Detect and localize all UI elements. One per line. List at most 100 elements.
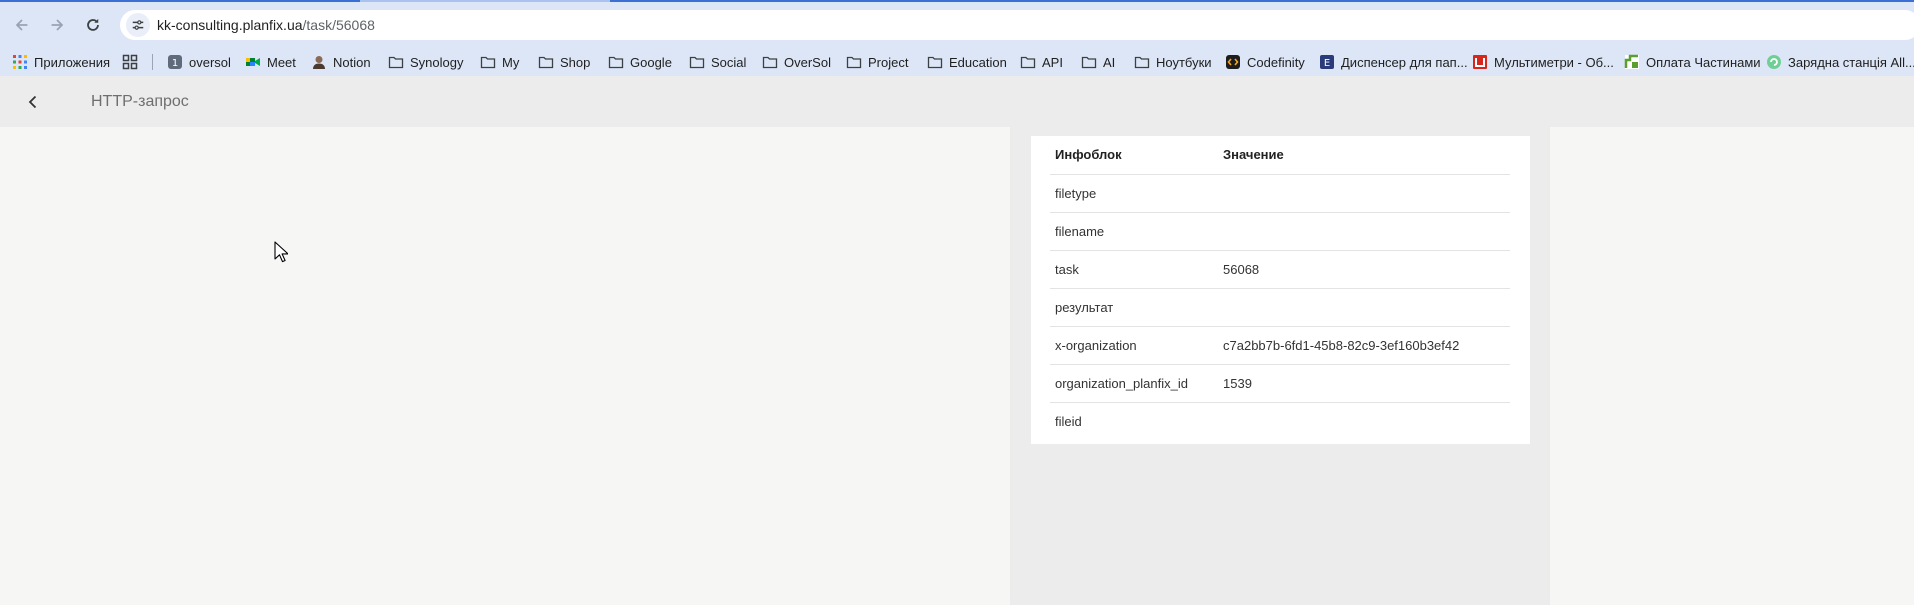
bookmark-label: Google <box>630 54 672 70</box>
row-key: filename <box>1050 212 1218 251</box>
mouse-cursor-icon <box>274 241 288 263</box>
chevron-left-icon <box>28 95 37 109</box>
notion-avatar-icon <box>311 54 327 70</box>
folder-icon <box>388 54 404 70</box>
bookmark-multimeter[interactable]: Мультиметри - Об... <box>1472 52 1614 72</box>
table-row: filetype <box>1050 174 1510 213</box>
row-key: x-organization <box>1050 326 1218 365</box>
charging-station-favicon-icon <box>1766 54 1782 70</box>
bookmark-folder-shop[interactable]: Shop <box>538 52 590 72</box>
column-header-value: Значение <box>1218 136 1510 175</box>
folder-icon <box>762 54 778 70</box>
svg-text:E: E <box>1324 58 1330 69</box>
bookmark-folder-education[interactable]: Education <box>927 52 1007 72</box>
row-value <box>1218 174 1510 213</box>
bookmark-label: API <box>1042 54 1063 70</box>
row-value <box>1218 402 1510 440</box>
site-info-button[interactable] <box>126 13 150 37</box>
folder-icon <box>1081 54 1097 70</box>
row-key: filetype <box>1050 174 1218 213</box>
bookmark-folder-my[interactable]: My <box>480 52 519 72</box>
bookmark-folder-oversol[interactable]: OverSol <box>762 52 831 72</box>
bookmark-label: OverSol <box>784 54 831 70</box>
bookmark-folder-synology[interactable]: Synology <box>388 52 463 72</box>
bookmark-label: My <box>502 54 520 70</box>
bookmark-folder-social[interactable]: Social <box>689 52 746 72</box>
table-row: результат <box>1050 288 1510 327</box>
bookmark-label: Notion <box>333 54 371 70</box>
address-bar[interactable]: kk-consulting.planfix.ua/task/56068 <box>120 10 1914 40</box>
folder-icon <box>1134 54 1150 70</box>
browser-reload-button[interactable] <box>79 11 107 39</box>
folder-icon <box>846 54 862 70</box>
bookmark-codefinity[interactable]: Codefinity <box>1225 52 1305 72</box>
folder-icon <box>927 54 943 70</box>
back-button[interactable] <box>20 89 46 115</box>
table-row: task 56068 <box>1050 250 1510 289</box>
bookmark-folder-project[interactable]: Project <box>846 52 908 72</box>
bookmark-folder-api[interactable]: API <box>1020 52 1063 72</box>
bookmark-dispenser[interactable]: E Диспенсер для пап... <box>1319 52 1468 72</box>
bookmark-folder-notebooks[interactable]: Ноутбуки <box>1134 52 1212 72</box>
bookmark-label: Education <box>949 54 1007 70</box>
google-meet-icon <box>245 54 261 70</box>
request-data-card: Инфоблок Значение filetype filename task… <box>1031 136 1530 444</box>
folder-icon <box>1020 54 1036 70</box>
bookmark-label: Приложения <box>34 54 111 70</box>
url-path: /task/56068 <box>302 17 375 33</box>
row-key: результат <box>1050 288 1218 327</box>
page-title: HTTP-запрос <box>91 93 189 110</box>
bookmark-label: Оплата Частинами <box>1646 54 1761 70</box>
row-key: task <box>1050 250 1218 289</box>
oversol-favicon-icon: 1 <box>167 54 183 70</box>
column-header-infoblock: Инфоблок <box>1050 136 1218 175</box>
bookmarks-bar: Приложения 1 oversol Meet Notion Synolog… <box>0 46 1914 76</box>
bookmark-charging-station[interactable]: Зарядна станція All... <box>1766 52 1914 72</box>
row-value <box>1218 288 1510 327</box>
bookmark-meet[interactable]: Meet <box>245 52 296 72</box>
folder-icon <box>538 54 554 70</box>
folder-icon <box>480 54 496 70</box>
bookmark-label: Диспенсер для пап... <box>1341 54 1468 70</box>
request-data-table: Инфоблок Значение filetype filename task… <box>1050 136 1510 440</box>
bookmarks-separator <box>152 54 153 70</box>
bookmark-folder-ai[interactable]: AI <box>1081 52 1115 72</box>
dispenser-favicon-icon: E <box>1319 54 1335 70</box>
bookmark-apps[interactable]: Приложения <box>12 52 110 72</box>
bookmark-label: Meet <box>267 54 296 70</box>
row-value <box>1218 212 1510 251</box>
bookmark-folder-google[interactable]: Google <box>608 52 672 72</box>
bookmark-label: oversol <box>189 54 231 70</box>
bookmark-label: Зарядна станція All... <box>1788 54 1914 70</box>
svg-text:1: 1 <box>172 58 178 69</box>
bookmark-label: Shop <box>560 54 591 70</box>
table-row: fileid <box>1050 402 1510 440</box>
bookmark-oversol[interactable]: 1 oversol <box>167 52 231 72</box>
browser-toolbar: kk-consulting.planfix.ua/task/56068 <box>0 2 1914 46</box>
browser-back-button[interactable] <box>8 11 36 39</box>
row-key: organization_planfix_id <box>1050 364 1218 403</box>
apps-grid-icon <box>12 54 28 70</box>
row-value: 1539 <box>1218 364 1510 403</box>
table-row: x-organization c7a2bb7b-6fd1-45b8-82c9-3… <box>1050 326 1510 365</box>
folder-icon <box>608 54 624 70</box>
app-header: HTTP-запрос <box>0 76 1914 127</box>
privatbank-favicon-icon <box>1624 54 1640 70</box>
right-margin-area <box>1550 127 1914 605</box>
bookmark-grid[interactable] <box>122 52 144 72</box>
table-header-row: Инфоблок Значение <box>1050 136 1510 175</box>
browser-forward-button[interactable] <box>43 11 71 39</box>
table-row: organization_planfix_id 1539 <box>1050 364 1510 403</box>
row-value: 56068 <box>1218 250 1510 289</box>
url-text[interactable]: kk-consulting.planfix.ua/task/56068 <box>157 17 375 33</box>
bookmark-installments[interactable]: Оплата Частинами <box>1624 52 1761 72</box>
left-content-area <box>0 127 1010 605</box>
row-value: c7a2bb7b-6fd1-45b8-82c9-3ef160b3ef42 <box>1218 326 1510 365</box>
bookmark-notion[interactable]: Notion <box>311 52 371 72</box>
arrow-left-icon <box>15 19 28 31</box>
row-key: fileid <box>1055 413 1082 429</box>
bookmark-label: AI <box>1103 54 1116 70</box>
bookmark-label: Codefinity <box>1247 54 1305 70</box>
url-host: kk-consulting.planfix.ua <box>157 17 303 33</box>
bookmark-label: Ноутбуки <box>1156 54 1212 70</box>
